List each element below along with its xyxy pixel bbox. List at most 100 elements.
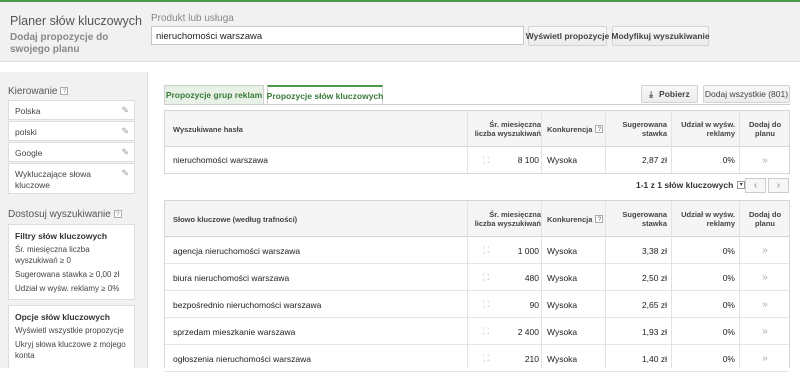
table-row: agencja nieruchomości warszawa ⛶ 1 000 Wyso…	[165, 237, 789, 264]
keyword-cell[interactable]: biura nieruchomości warszawa	[173, 264, 289, 291]
competition-cell: Wysoka	[547, 245, 578, 256]
table-row: sprzedam mieszkanie warszawa ⛶ 2 400 Wysoka…	[165, 318, 789, 345]
keyword-cell[interactable]: bezpośrednio nieruchomości warszawa	[173, 291, 321, 318]
col-header-search-terms[interactable]: Wyszukiwane hasła	[173, 111, 243, 147]
share-cell: 0%	[722, 272, 735, 283]
searches-cell: 480	[524, 272, 539, 283]
column-divider	[541, 201, 542, 368]
filter-bid: Sugerowana stawka ≥ 0,00 zł	[15, 270, 120, 279]
pager-text: 1-1 z 1 słów kluczowych	[636, 180, 734, 190]
filter-share: Udział w wyśw. reklamy ≥ 0%	[15, 284, 120, 293]
column-divider	[605, 111, 606, 173]
targeting-network[interactable]: Google ✎	[8, 142, 135, 162]
option-hide-account: Ukryj słowa kluczowe z mojego konta	[15, 340, 126, 360]
options-title: Opcje słów kluczowych	[15, 312, 110, 322]
pencil-icon[interactable]: ✎	[121, 168, 129, 179]
table-header: Słowo kluczowe (według trafności) Śr. mi…	[165, 201, 789, 237]
keyword-options-box[interactable]: Opcje słów kluczowych Wyświetl wszystkie…	[8, 305, 135, 368]
next-page-button[interactable]: ›	[768, 178, 789, 193]
col-header-share[interactable]: Udział w wyśw. reklamy	[675, 201, 735, 237]
col-header-searches[interactable]: Śr. miesięczna liczba wyszukiwań	[471, 111, 541, 147]
keyword-cell[interactable]: nieruchomości warszawa	[173, 147, 268, 173]
column-divider	[739, 111, 740, 173]
table-row: bezpośrednio nieruchomości warszawa ⛶ 90 Wy…	[165, 291, 789, 318]
add-chevrons-icon[interactable]: »	[745, 147, 785, 173]
col-header-keyword[interactable]: Słowo kluczowe (według trafności)	[173, 201, 297, 237]
competition-cell: Wysoka	[547, 299, 578, 310]
column-divider	[671, 111, 672, 173]
targeting-language[interactable]: polski ✎	[8, 121, 135, 141]
col-header-bid[interactable]: Sugerowana stawka	[611, 201, 667, 237]
help-icon[interactable]: ?	[113, 210, 122, 218]
keyword-ideas-table: Słowo kluczowe (według trafności) Śr. mi…	[164, 200, 790, 372]
sidebar: Kierowanie? Polska ✎ polski ✎ Google ✎ Wykl…	[0, 72, 148, 368]
targeting-location[interactable]: Polska ✎	[8, 100, 135, 120]
pencil-icon[interactable]: ✎	[121, 105, 129, 116]
option-show-all: Wyświetl wszystkie propozycje	[15, 326, 124, 335]
filter-searches: Śr. miesięczna liczba wyszukiwań ≥ 0	[15, 245, 90, 265]
col-header-searches[interactable]: Śr. miesięczna liczba wyszukiwań	[471, 201, 541, 237]
help-icon[interactable]: ?	[60, 87, 69, 95]
share-cell: 0%	[722, 326, 735, 337]
pager: 1-1 z 1 słów kluczowych ▾	[636, 180, 746, 190]
searches-cell: 1 000	[517, 245, 539, 256]
bid-cell: 2,87 zł	[641, 155, 667, 165]
pencil-icon[interactable]: ✎	[121, 126, 129, 137]
competition-cell: Wysoka	[547, 326, 578, 337]
download-button[interactable]: ⤓ Pobierz	[641, 85, 698, 103]
col-header-add: Dodaj do planu	[748, 120, 782, 138]
keyword-cell[interactable]: sprzedam mieszkanie warszawa	[173, 318, 295, 345]
filters-title: Filtry słów kluczowych	[15, 231, 108, 241]
trend-chart-icon[interactable]: ⛶	[483, 264, 489, 291]
show-proposals-button[interactable]: Wyświetl propozycje	[526, 26, 609, 46]
col-header-competition[interactable]: Konkurencja?	[547, 111, 604, 147]
trend-chart-icon[interactable]: ⛶	[483, 147, 489, 173]
table-row: nieruchomości warszawa ⛶ 8 100 Wysoka 2,…	[165, 147, 789, 173]
searches-cell: 8 100	[517, 155, 539, 165]
column-divider	[671, 201, 672, 368]
download-icon: ⤓	[649, 88, 654, 99]
tab-keyword-ideas[interactable]: Propozycje słów kluczowych	[267, 85, 383, 105]
add-chevrons-icon[interactable]: »	[745, 291, 785, 318]
prev-page-button[interactable]: ‹	[745, 178, 766, 193]
bid-cell: 2,65 zł	[641, 299, 667, 310]
help-icon[interactable]: ?	[595, 125, 604, 133]
col-header-bid[interactable]: Sugerowana stawka	[611, 111, 667, 147]
tab-divider	[164, 104, 790, 105]
trend-chart-icon[interactable]: ⛶	[483, 291, 489, 318]
header: Planer słów kluczowych Dodaj propozycje …	[0, 2, 800, 62]
trend-chart-icon[interactable]: ⛶	[483, 237, 489, 264]
customize-title: Dostosuj wyszukiwanie?	[8, 209, 122, 220]
add-chevrons-icon[interactable]: »	[745, 318, 785, 345]
modify-search-button[interactable]: Modyfikuj wyszukiwanie	[611, 26, 710, 46]
tab-ad-group-ideas[interactable]: Propozycje grup reklam	[164, 85, 264, 105]
col-header-share[interactable]: Udział w wyśw. reklamy	[675, 111, 735, 147]
search-terms-table: Wyszukiwane hasła Śr. miesięczna liczba …	[164, 110, 790, 174]
searches-cell: 90	[529, 299, 539, 310]
keyword-cell[interactable]: agencja nieruchomości warszawa	[173, 237, 300, 264]
bid-cell: 3,38 zł	[641, 245, 667, 256]
add-chevrons-icon[interactable]: »	[745, 237, 785, 264]
add-chevrons-icon[interactable]: »	[745, 264, 785, 291]
trend-chart-icon[interactable]: ⛶	[483, 318, 489, 345]
share-cell: 0%	[722, 245, 735, 256]
share-cell: 0%	[722, 299, 735, 310]
bid-cell: 2,50 zł	[641, 272, 667, 283]
table-row: biura nieruchomości warszawa ⛶ 480 Wysoka 2,…	[165, 264, 789, 291]
share-cell: 0%	[722, 155, 735, 165]
add-all-button[interactable]: Dodaj wszystkie (801)	[703, 85, 790, 103]
targeting-title: Kierowanie?	[8, 86, 69, 97]
keyword-filters-box[interactable]: Filtry słów kluczowych Śr. miesięczna li…	[8, 224, 135, 300]
app-subtitle: Dodaj propozycje do swojego planu	[10, 32, 109, 55]
targeting-negative-keywords[interactable]: Wykluczające słowa kluczowe ✎	[8, 163, 135, 194]
pencil-icon[interactable]: ✎	[121, 147, 129, 158]
help-icon[interactable]: ?	[595, 215, 604, 223]
app-title: Planer słów kluczowych	[10, 14, 142, 28]
keyword-rows: agencja nieruchomości warszawa ⛶ 1 000 Wyso…	[165, 237, 789, 372]
col-header-competition[interactable]: Konkurencja?	[547, 201, 604, 237]
searches-cell: 2 400	[517, 326, 539, 337]
product-label: Produkt lub usługa	[151, 13, 234, 24]
column-divider	[467, 201, 468, 368]
competition-cell: Wysoka	[547, 272, 578, 283]
product-search-input[interactable]: nieruchomości warszawa	[151, 26, 524, 45]
